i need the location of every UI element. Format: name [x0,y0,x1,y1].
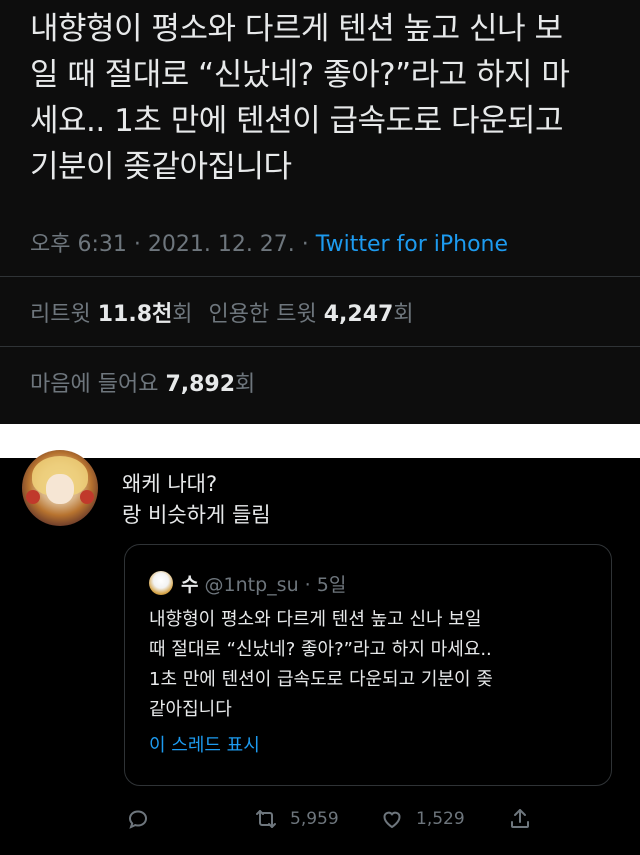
tweet-actions: 5,959 1,529 [124,804,604,834]
tweet-text: 내향형이 평소와 다르게 텐션 높고 신나 보 일 때 절대로 “신났네? 좋아… [30,6,620,190]
retweet-button[interactable]: 5,959 [254,804,339,834]
quoted-avatar [149,571,173,595]
retweets-count: 11.8천 [97,302,173,327]
divider [0,276,640,277]
reply-button[interactable] [126,804,150,834]
quotes-count: 4,247 [323,302,394,327]
like-icon [383,811,401,829]
main-tweet-panel: 내향형이 평소와 다르게 텐션 높고 신나 보 일 때 절대로 “신났네? 좋아… [0,0,640,424]
quoted-text-line: 1초 만에 텐션이 급속도로 다운되고 기분이 좆 [149,669,493,690]
quoted-text-line: 내향형이 평소와 다르게 텐션 높고 신나 보일 [149,609,482,630]
quoted-handle-time: @1ntp_su · 5일 [204,574,347,596]
tweet-text-line: 내향형이 평소와 다르게 텐션 높고 신나 보 [30,11,563,47]
screenshot-separator [0,424,640,458]
tweet-stats-row: 리트윗 11.8천회 인용한 트윗 4,247회 [30,296,414,328]
quotes-label: 인용한 트윗 [208,302,317,327]
retweet-count: 5,959 [290,809,339,829]
tweet-text-line: 일 때 절대로 “신났네? 좋아?”라고 하지 마 [30,57,570,93]
retweet-icon [256,810,276,828]
quoted-tweet-header: 수 @1ntp_su · 5일 [181,570,346,597]
show-thread-link[interactable]: 이 스레드 표시 [149,731,260,757]
like-count: 1,529 [416,809,465,829]
reply-icon [128,810,148,829]
share-button[interactable] [508,804,532,834]
tweet-meta: 오후 6:31 · 2021. 12. 27. · Twitter for iP… [30,226,508,258]
tweet-timestamp[interactable]: 오후 6:31 · 2021. 12. 27. · [30,232,309,257]
quoted-tweet-card[interactable]: 수 @1ntp_su · 5일 내향형이 평소와 다르게 텐션 높고 신나 보일… [124,544,612,786]
tweet-text-line: 기분이 좆같아집니다 [30,149,292,185]
retweets-unit: 회 [172,302,193,327]
divider [0,346,640,347]
retweets-stat[interactable]: 리트윗 11.8천회 [30,302,193,327]
quoted-author-name: 수 [181,574,199,596]
tweet-text-line: 세요.. 1초 만에 텐션이 급속도로 다운되고 [30,103,564,139]
quoted-text-line: 때 절대로 “신났네? 좋아?”라고 하지 마세요.. [149,639,492,660]
reply-tweet-panel: 왜케 나대? 랑 비슷하게 들림 수 @1ntp_su · 5일 내향형이 평소… [0,450,640,855]
retweets-label: 리트윗 [30,302,91,327]
likes-label: 마음에 들어요 [30,372,159,397]
share-icon [511,809,529,828]
likes-unit: 회 [235,372,256,397]
likes-stat[interactable]: 마음에 들어요 7,892회 [30,366,255,398]
quoted-tweet-text: 내향형이 평소와 다르게 텐션 높고 신나 보일 때 절대로 “신났네? 좋아?… [149,605,599,725]
quotes-stat[interactable]: 인용한 트윗 4,247회 [209,302,414,327]
likes-count: 7,892 [165,372,236,397]
quoted-text-line: 같아집니다 [149,699,232,720]
like-button[interactable]: 1,529 [380,804,465,834]
quotes-unit: 회 [393,302,414,327]
tweet-source-link[interactable]: Twitter for iPhone [316,232,508,257]
reply-text-line: 랑 비슷하게 들림 [122,503,271,527]
avatar[interactable] [22,450,98,526]
reply-text-line: 왜케 나대? [122,472,218,496]
